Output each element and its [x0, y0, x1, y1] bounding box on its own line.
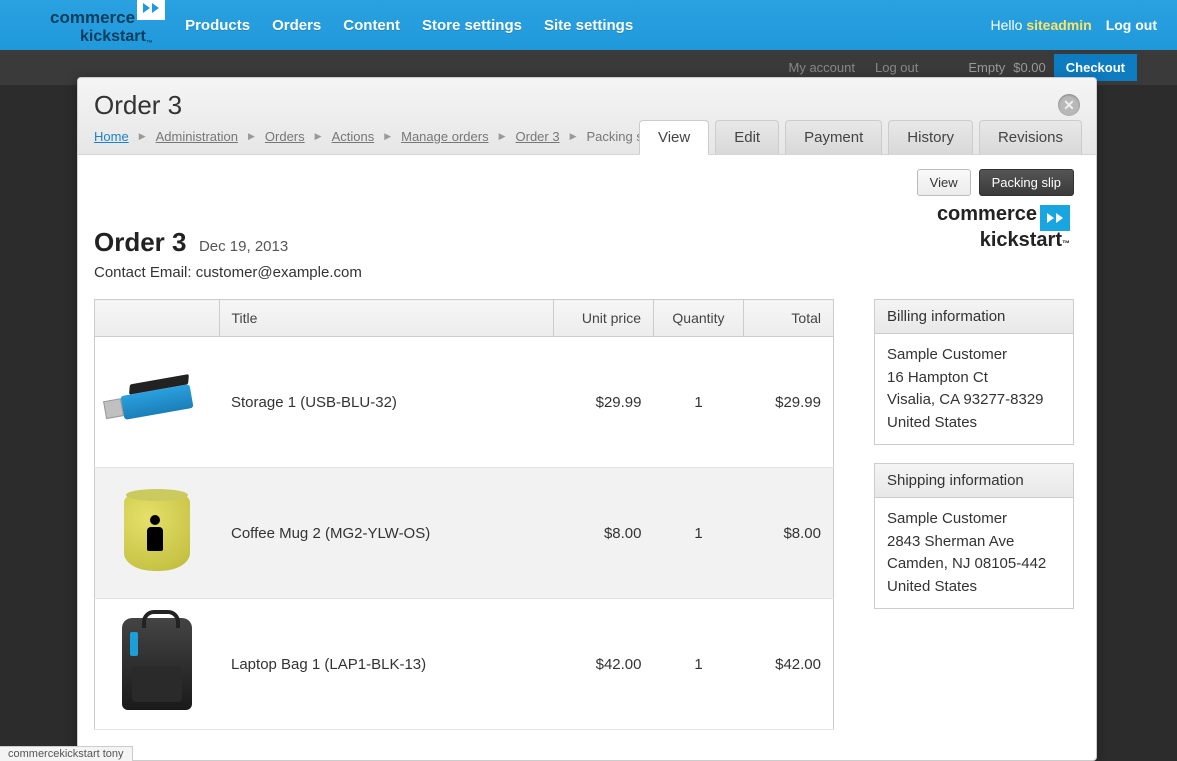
order-modal: Order 3 ✕ Home▶ Administration▶ Orders▶ … — [77, 77, 1097, 761]
item-thumb — [95, 599, 220, 730]
item-thumb — [95, 468, 220, 599]
table-row: Storage 1 (USB-BLU-32)$29.991$29.99 — [95, 337, 834, 468]
col-quantity: Quantity — [654, 300, 744, 337]
billing-name: Sample Customer — [887, 344, 1061, 367]
item-quantity: 1 — [654, 599, 744, 730]
tab-revisions[interactable]: Revisions — [979, 120, 1082, 155]
shipping-country: United States — [887, 576, 1061, 599]
logout-sub-link[interactable]: Log out — [875, 60, 918, 75]
modal-tabs: View Edit Payment History Revisions — [639, 120, 1082, 155]
line-items-table: Title Unit price Quantity Total Storage … — [94, 299, 834, 730]
item-title: Storage 1 (USB-BLU-32) — [219, 337, 554, 468]
billing-heading: Billing information — [875, 300, 1073, 334]
billing-citystate: Visalia, CA 93277-8329 — [887, 389, 1061, 412]
primary-nav: Products Orders Content Store settings S… — [185, 17, 633, 34]
billing-country: United States — [887, 412, 1061, 435]
billing-info-box: Billing information Sample Customer 16 H… — [874, 299, 1074, 445]
cart-total: $0.00 — [1013, 60, 1046, 75]
col-total: Total — [744, 300, 834, 337]
item-total: $29.99 — [744, 337, 834, 468]
chevron-right-icon: ▶ — [384, 131, 391, 142]
info-sidebar: Billing information Sample Customer 16 H… — [874, 299, 1074, 627]
nav-content[interactable]: Content — [343, 17, 400, 34]
col-unit-price: Unit price — [554, 300, 654, 337]
action-buttons: View Packing slip — [917, 169, 1074, 196]
item-quantity: 1 — [654, 468, 744, 599]
brand-logo: commerce kickstart™ — [937, 205, 1070, 250]
chevron-right-icon: ▶ — [499, 131, 506, 142]
item-total: $42.00 — [744, 599, 834, 730]
packing-slip-button[interactable]: Packing slip — [979, 169, 1074, 196]
crumb-orders[interactable]: Orders — [265, 129, 305, 144]
tab-payment[interactable]: Payment — [785, 120, 882, 155]
billing-street: 16 Hampton Ct — [887, 367, 1061, 390]
nav-store-settings[interactable]: Store settings — [422, 17, 522, 34]
view-button[interactable]: View — [917, 169, 971, 196]
logout-link[interactable]: Log out — [1106, 17, 1157, 33]
table-row: Laptop Bag 1 (LAP1-BLK-13)$42.001$42.00 — [95, 599, 834, 730]
item-thumb — [95, 337, 220, 468]
nav-orders[interactable]: Orders — [272, 17, 321, 34]
item-total: $8.00 — [744, 468, 834, 599]
item-quantity: 1 — [654, 337, 744, 468]
col-image — [95, 300, 220, 337]
crumb-actions[interactable]: Actions — [332, 129, 375, 144]
crumb-home[interactable]: Home — [94, 129, 129, 144]
item-unit-price: $29.99 — [554, 337, 654, 468]
chevron-right-icon: ▶ — [315, 131, 322, 142]
crumb-manage-orders[interactable]: Manage orders — [401, 129, 488, 144]
table-row: Coffee Mug 2 (MG2-YLW-OS)$8.001$8.00 — [95, 468, 834, 599]
site-logo[interactable]: commerce kickstart™ — [50, 6, 165, 44]
modal-body: View Packing slip commerce kickstart™ Or… — [78, 155, 1096, 760]
contact-email: customer@example.com — [196, 264, 362, 281]
close-icon: ✕ — [1063, 97, 1075, 114]
nav-products[interactable]: Products — [185, 17, 250, 34]
shipping-street: 2843 Sherman Ave — [887, 531, 1061, 554]
status-bar: commercekickstart tony — [0, 746, 133, 761]
col-title: Title — [219, 300, 554, 337]
order-date: Dec 19, 2013 — [199, 238, 288, 255]
tab-edit[interactable]: Edit — [715, 120, 779, 155]
item-title: Laptop Bag 1 (LAP1-BLK-13) — [219, 599, 554, 730]
item-unit-price: $8.00 — [554, 468, 654, 599]
chevron-right-icon: ▶ — [139, 131, 146, 142]
crumb-administration[interactable]: Administration — [156, 129, 238, 144]
contact-line: Contact Email: customer@example.com — [94, 264, 1080, 281]
chevron-right-icon: ▶ — [248, 131, 255, 142]
logo-icon — [1040, 205, 1070, 231]
item-title: Coffee Mug 2 (MG2-YLW-OS) — [219, 468, 554, 599]
username: siteadmin — [1026, 17, 1091, 33]
tab-history[interactable]: History — [888, 120, 973, 155]
shipping-info-box: Shipping information Sample Customer 284… — [874, 463, 1074, 609]
shipping-heading: Shipping information — [875, 464, 1073, 498]
tab-view[interactable]: View — [639, 120, 709, 155]
nav-site-settings[interactable]: Site settings — [544, 17, 633, 34]
modal-header: Order 3 ✕ Home▶ Administration▶ Orders▶ … — [78, 78, 1096, 155]
logo-icon — [137, 0, 165, 20]
order-heading: Order 3 — [94, 227, 187, 257]
modal-title: Order 3 — [94, 90, 1080, 121]
admin-topbar: commerce kickstart™ Products Orders Cont… — [0, 0, 1177, 50]
order-header: Order 3 Dec 19, 2013 Contact Email: cust… — [94, 227, 1080, 281]
close-button[interactable]: ✕ — [1058, 94, 1080, 116]
my-account-link[interactable]: My account — [789, 60, 855, 75]
crumb-order[interactable]: Order 3 — [516, 129, 560, 144]
chevron-right-icon: ▶ — [570, 131, 577, 142]
shipping-citystate: Camden, NJ 08105-442 — [887, 553, 1061, 576]
shipping-name: Sample Customer — [887, 508, 1061, 531]
cart-empty-label: Empty — [968, 60, 1005, 75]
greeting: Hello siteadmin — [991, 17, 1092, 33]
item-unit-price: $42.00 — [554, 599, 654, 730]
